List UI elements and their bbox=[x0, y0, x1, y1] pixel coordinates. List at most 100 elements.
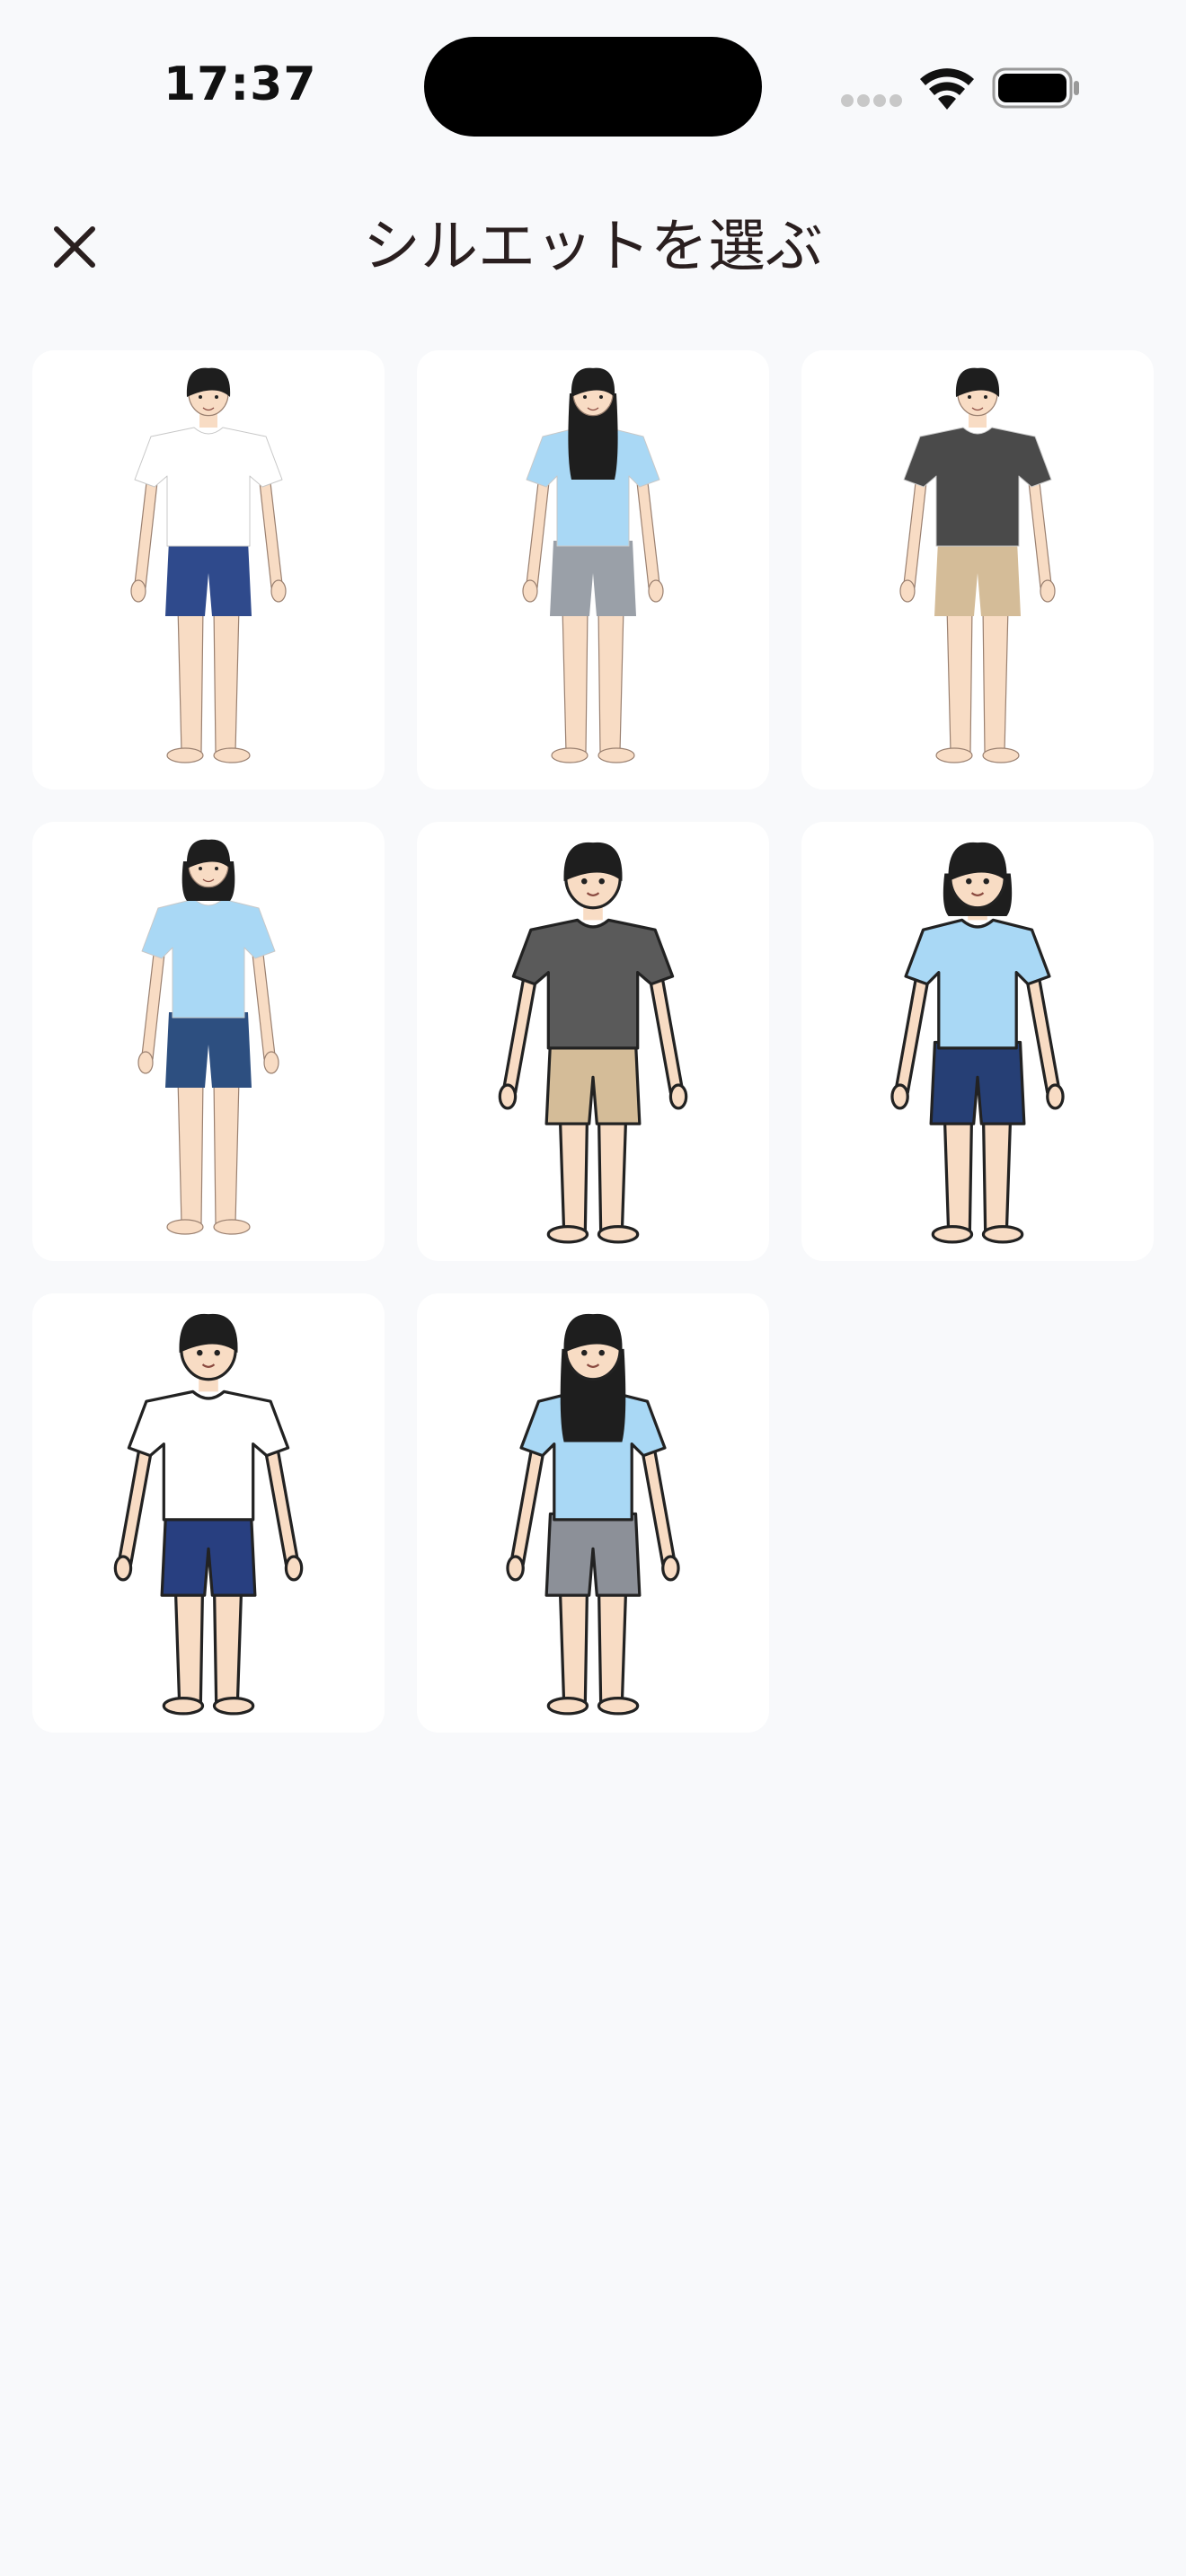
right-hand bbox=[263, 1050, 279, 1074]
shirt bbox=[127, 1389, 290, 1522]
right-leg bbox=[597, 1112, 628, 1232]
right-eye bbox=[599, 394, 603, 399]
silhouette-card-5[interactable] bbox=[417, 822, 769, 1261]
right-hand bbox=[1040, 578, 1056, 603]
right-leg bbox=[213, 1077, 240, 1224]
left-eye bbox=[197, 1349, 203, 1355]
figure bbox=[506, 1313, 680, 1716]
figure bbox=[890, 842, 1065, 1244]
left-foot bbox=[551, 746, 589, 763]
silhouette-card-8[interactable] bbox=[417, 1293, 769, 1733]
status-time: 17:37 bbox=[164, 57, 317, 111]
left-eye bbox=[199, 394, 202, 399]
silhouette-figure-illustration bbox=[113, 1313, 304, 1716]
right-foot bbox=[982, 746, 1020, 763]
left-eye bbox=[966, 878, 972, 884]
left-leg bbox=[946, 605, 973, 753]
right-eye bbox=[214, 1349, 220, 1355]
silhouette-card-2[interactable] bbox=[417, 350, 769, 790]
figure bbox=[137, 839, 279, 1235]
wifi-icon bbox=[920, 68, 974, 110]
left-leg bbox=[177, 605, 204, 753]
right-eye bbox=[983, 878, 989, 884]
silhouette-grid bbox=[32, 350, 1154, 1733]
silhouette-figure-illustration bbox=[137, 839, 279, 1235]
left-hand bbox=[522, 578, 538, 603]
right-hand bbox=[661, 1554, 680, 1582]
left-eye bbox=[581, 878, 588, 884]
silhouette-figure-illustration bbox=[130, 367, 287, 763]
right-leg bbox=[212, 1584, 243, 1704]
left-hand bbox=[113, 1554, 133, 1582]
right-leg bbox=[597, 1584, 628, 1704]
right-leg bbox=[981, 1112, 1013, 1232]
left-foot bbox=[162, 1696, 205, 1716]
figure bbox=[522, 367, 664, 763]
right-foot bbox=[212, 1696, 255, 1716]
silhouette-figure-illustration bbox=[506, 1313, 680, 1716]
shirt bbox=[904, 918, 1051, 1050]
left-foot bbox=[166, 1218, 204, 1235]
left-eye bbox=[581, 1349, 588, 1355]
header: シルエットを選ぶ bbox=[0, 189, 1186, 305]
right-hand bbox=[284, 1554, 304, 1582]
left-foot bbox=[546, 1696, 589, 1716]
left-eye bbox=[583, 394, 587, 399]
silhouette-card-1[interactable] bbox=[32, 350, 385, 790]
shorts bbox=[165, 540, 252, 616]
left-hand bbox=[498, 1082, 518, 1110]
shirt bbox=[511, 918, 675, 1050]
right-foot bbox=[597, 1224, 640, 1244]
right-eye bbox=[215, 394, 218, 399]
status-bar: 17:37 bbox=[0, 0, 1186, 171]
right-leg bbox=[982, 605, 1009, 753]
right-foot bbox=[981, 1224, 1024, 1244]
page-title: シルエットを選ぶ bbox=[363, 214, 823, 280]
figure bbox=[130, 367, 287, 763]
left-hand bbox=[130, 578, 146, 603]
right-hand bbox=[270, 578, 287, 603]
right-foot bbox=[213, 746, 251, 763]
left-leg bbox=[173, 1584, 205, 1704]
left-leg bbox=[558, 1112, 589, 1232]
left-eye bbox=[968, 394, 971, 399]
left-leg bbox=[558, 1584, 589, 1704]
right-hand bbox=[1046, 1082, 1065, 1110]
right-eye bbox=[598, 878, 605, 884]
left-eye bbox=[199, 866, 202, 870]
right-eye bbox=[598, 1349, 605, 1355]
silhouette-card-4[interactable] bbox=[32, 822, 385, 1261]
left-foot bbox=[546, 1224, 589, 1244]
right-eye bbox=[984, 394, 987, 399]
shorts bbox=[165, 1011, 252, 1088]
figure bbox=[113, 1313, 304, 1716]
shorts bbox=[929, 1040, 1026, 1125]
figure bbox=[498, 842, 688, 1244]
shorts bbox=[544, 1040, 642, 1125]
left-hand bbox=[899, 578, 916, 603]
right-foot bbox=[597, 746, 635, 763]
silhouette-figure-illustration bbox=[522, 367, 664, 763]
right-foot bbox=[213, 1218, 251, 1235]
right-eye bbox=[215, 866, 218, 870]
shorts bbox=[544, 1512, 642, 1597]
left-hand bbox=[890, 1082, 909, 1110]
silhouette-card-7[interactable] bbox=[32, 1293, 385, 1733]
cellular-signal-icon bbox=[841, 94, 902, 107]
left-foot bbox=[935, 746, 973, 763]
right-hand bbox=[668, 1082, 688, 1110]
right-leg bbox=[597, 605, 624, 753]
shorts bbox=[550, 540, 636, 616]
silhouette-card-3[interactable] bbox=[801, 350, 1154, 790]
left-foot bbox=[166, 746, 204, 763]
left-hand bbox=[137, 1050, 154, 1074]
dynamic-island bbox=[424, 37, 762, 137]
silhouette-figure-illustration bbox=[498, 842, 688, 1244]
silhouette-figure-illustration bbox=[890, 842, 1065, 1244]
left-leg bbox=[943, 1112, 974, 1232]
silhouette-card-6[interactable] bbox=[801, 822, 1154, 1261]
silhouette-figure-illustration bbox=[899, 367, 1056, 763]
left-leg bbox=[177, 1077, 204, 1224]
left-foot bbox=[931, 1224, 974, 1244]
shorts bbox=[934, 540, 1021, 616]
